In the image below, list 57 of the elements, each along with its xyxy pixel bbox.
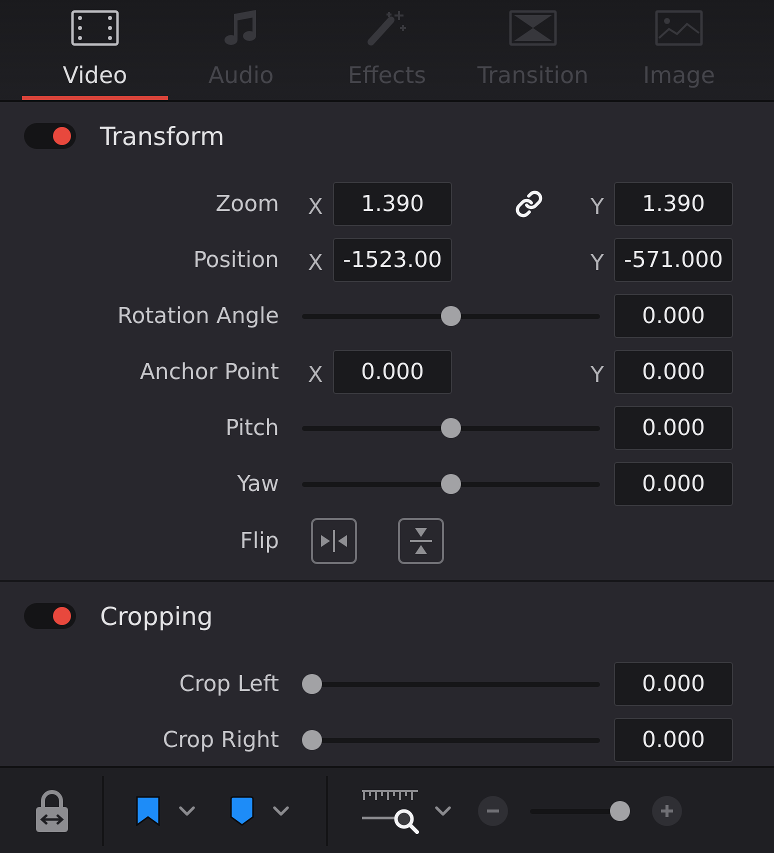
value-field[interactable]: 0.000	[614, 350, 733, 394]
value-field[interactable]: 0.000	[614, 462, 733, 506]
hourglass-box-icon	[509, 10, 557, 46]
flip-vertical-icon	[410, 527, 432, 555]
zoom-in-icon[interactable]	[652, 796, 682, 826]
value-field[interactable]: 0.000	[614, 662, 733, 706]
slider-track[interactable]	[302, 474, 600, 494]
lock-arrows-icon[interactable]	[34, 790, 70, 832]
slider-track[interactable]	[302, 674, 600, 694]
value-field[interactable]: 1.390	[333, 182, 452, 226]
slider-track[interactable]	[302, 730, 600, 750]
property-label: Position	[193, 248, 279, 272]
toggle-switch[interactable]	[24, 123, 76, 149]
property-label: Crop Right	[162, 728, 279, 752]
property-label: Yaw	[237, 472, 279, 496]
axis-label: X	[308, 362, 324, 388]
axis-label: Y	[590, 362, 605, 388]
value-field[interactable]: 1.390	[614, 182, 733, 226]
slider-thumb[interactable]	[302, 730, 322, 750]
toggle-switch[interactable]	[24, 603, 76, 629]
slider-thumb[interactable]	[441, 418, 461, 438]
axis-label: Y	[590, 250, 605, 276]
bookmark-icon[interactable]	[136, 796, 160, 826]
section-title: Cropping	[100, 602, 213, 630]
zoom-out-icon[interactable]	[478, 796, 508, 826]
property-label: Flip	[240, 528, 279, 554]
slider-track[interactable]	[302, 418, 600, 438]
property-label: Pitch	[225, 416, 279, 440]
slider-track[interactable]	[302, 306, 600, 326]
picture-icon	[655, 10, 703, 46]
slider-thumb[interactable]	[610, 800, 630, 820]
axis-label: X	[308, 194, 324, 220]
zoom-slider[interactable]	[530, 800, 630, 820]
property-label: Anchor Point	[140, 360, 279, 384]
flip-horizontal-icon	[320, 530, 348, 552]
section-title: Transform	[100, 122, 224, 150]
value-field[interactable]: 0.000	[614, 718, 733, 762]
axis-label: Y	[590, 194, 605, 220]
property-label: Zoom	[216, 192, 279, 216]
film-strip-icon	[71, 10, 119, 46]
magic-wand-icon	[365, 10, 409, 46]
marker-icon[interactable]	[230, 796, 254, 826]
flip-horizontal-button[interactable]	[311, 518, 357, 564]
tab[interactable]: Video	[22, 0, 168, 100]
value-field[interactable]: 0.000	[614, 406, 733, 450]
value-field[interactable]: 0.000	[614, 294, 733, 338]
flip-vertical-button[interactable]	[398, 518, 444, 564]
value-field[interactable]: -571.000	[614, 238, 733, 282]
axis-label: X	[308, 250, 324, 276]
slider-thumb[interactable]	[302, 674, 322, 694]
value-field[interactable]: 0.000	[333, 350, 452, 394]
property-label: Rotation Angle	[117, 304, 279, 328]
slider-thumb[interactable]	[441, 306, 461, 326]
property-label: Crop Left	[179, 672, 279, 696]
slider-thumb[interactable]	[441, 474, 461, 494]
value-field[interactable]: -1523.00	[333, 238, 452, 282]
link-icon[interactable]	[515, 190, 543, 218]
